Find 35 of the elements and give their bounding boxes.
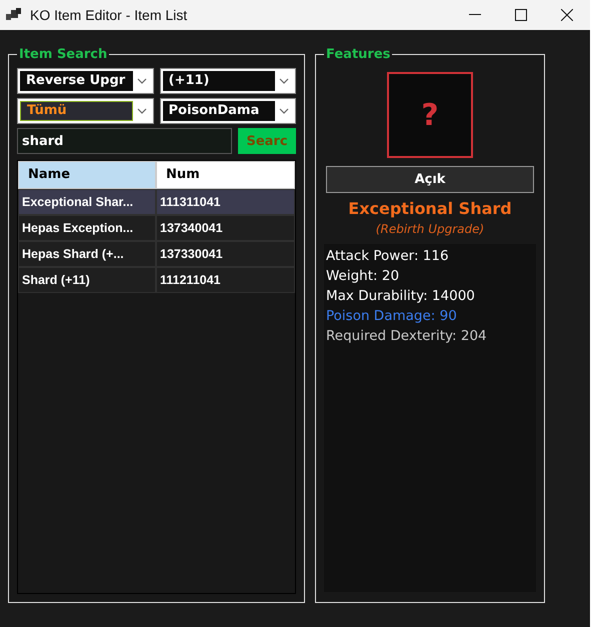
open-button[interactable]: Açık bbox=[326, 166, 534, 193]
table-cell: 137340041 bbox=[156, 215, 295, 241]
dropdown[interactable]: Tümü bbox=[17, 98, 154, 124]
table-cell: Exceptional Shar... bbox=[18, 189, 156, 215]
stat-line: Poison Damage: 90 bbox=[326, 307, 458, 326]
panel-title: Features bbox=[325, 47, 392, 62]
stat-line: Required Dexterity: 204 bbox=[326, 327, 488, 346]
panel-title: Item Search bbox=[18, 47, 108, 62]
item-name: Exceptional Shard bbox=[348, 199, 512, 218]
table-cell: 111211041 bbox=[156, 267, 295, 293]
stat-line: Weight: 20 bbox=[326, 267, 400, 286]
maximize-icon[interactable] bbox=[515, 9, 527, 21]
app-icon bbox=[6, 8, 22, 22]
table-row[interactable]: Shard (+11) 111211041 bbox=[18, 267, 295, 293]
question-mark: ? bbox=[421, 98, 439, 132]
table-row[interactable]: Exceptional Shar... 111311041 bbox=[18, 189, 295, 215]
table-cell: 111311041 bbox=[156, 189, 295, 215]
table-cell: Shard (+11) bbox=[18, 267, 156, 293]
minimize-icon[interactable] bbox=[469, 14, 481, 16]
search-field[interactable]: shard bbox=[17, 128, 232, 154]
table-cell: 137330041 bbox=[156, 241, 295, 267]
dropdown[interactable]: (+11) bbox=[160, 68, 296, 94]
close-icon[interactable] bbox=[561, 9, 573, 21]
stat-line: Attack Power: 116 bbox=[326, 247, 450, 266]
dropdown[interactable]: PoisonDama bbox=[160, 98, 296, 124]
column-header[interactable]: Name bbox=[18, 161, 156, 189]
table-row[interactable]: Hepas Exception... 137340041 bbox=[18, 215, 295, 241]
stat-line: Max Durability: 14000 bbox=[326, 287, 476, 306]
table-cell: Hepas Exception... bbox=[18, 215, 156, 241]
item-subtitle: (Rebirth Upgrade) bbox=[376, 222, 484, 236]
table-row[interactable]: Hepas Shard (+... 137330041 bbox=[18, 241, 295, 267]
window-title: KO Item Editor - Item List bbox=[30, 7, 188, 23]
column-header[interactable]: Num bbox=[156, 161, 295, 189]
table-cell: Hepas Shard (+... bbox=[18, 241, 156, 267]
dropdown[interactable]: Reverse Upgr bbox=[17, 68, 154, 94]
